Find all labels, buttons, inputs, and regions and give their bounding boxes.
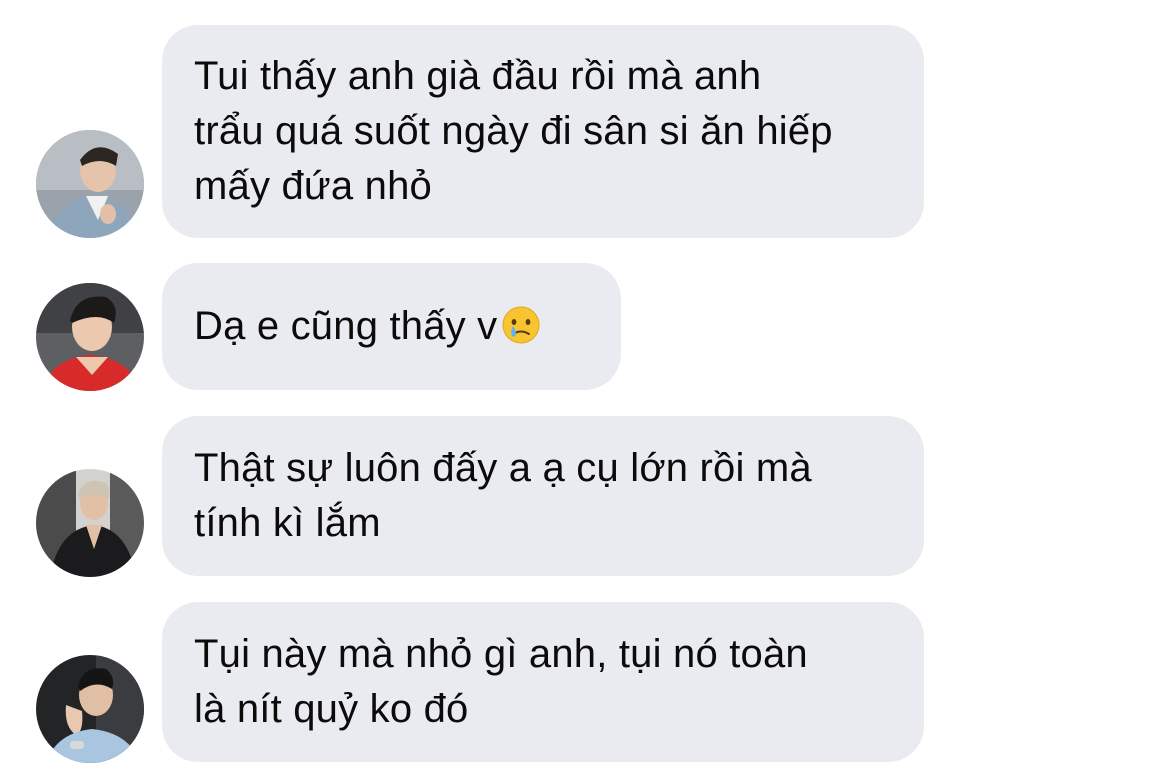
message-text-content: Dạ e cũng thấy v xyxy=(194,304,498,348)
message-bubble[interactable]: Dạ e cũng thấy v xyxy=(162,263,621,390)
message-bubble[interactable]: Tui thấy anh già đầu rồi mà anh trẩu quá… xyxy=(162,25,924,238)
avatar[interactable] xyxy=(36,469,144,577)
avatar-photo-icon xyxy=(36,469,144,577)
crying-face-emoji-icon xyxy=(501,305,541,345)
avatar[interactable] xyxy=(36,655,144,763)
avatar[interactable] xyxy=(36,130,144,238)
avatar-photo-icon xyxy=(36,283,144,391)
avatar[interactable] xyxy=(36,283,144,391)
message-text: Tui thấy anh già đầu rồi mà anh trẩu quá… xyxy=(194,54,833,208)
message-thread: Tui thấy anh già đầu rồi mà anh trẩu quá… xyxy=(0,0,1170,773)
avatar-photo-icon xyxy=(36,655,144,763)
message-bubble[interactable]: Thật sự luôn đấy a ạ cụ lớn rồi mà tính … xyxy=(162,416,924,576)
message-bubble[interactable]: Tụi này mà nhỏ gì anh, tụi nó toàn là ní… xyxy=(162,602,924,762)
avatar-photo-icon xyxy=(36,130,144,238)
message-text: Tụi này mà nhỏ gì anh, tụi nó toàn là ní… xyxy=(194,632,808,731)
message-text: Dạ e cũng thấy v xyxy=(194,299,541,354)
message-text: Thật sự luôn đấy a ạ cụ lớn rồi mà tính … xyxy=(194,446,812,545)
